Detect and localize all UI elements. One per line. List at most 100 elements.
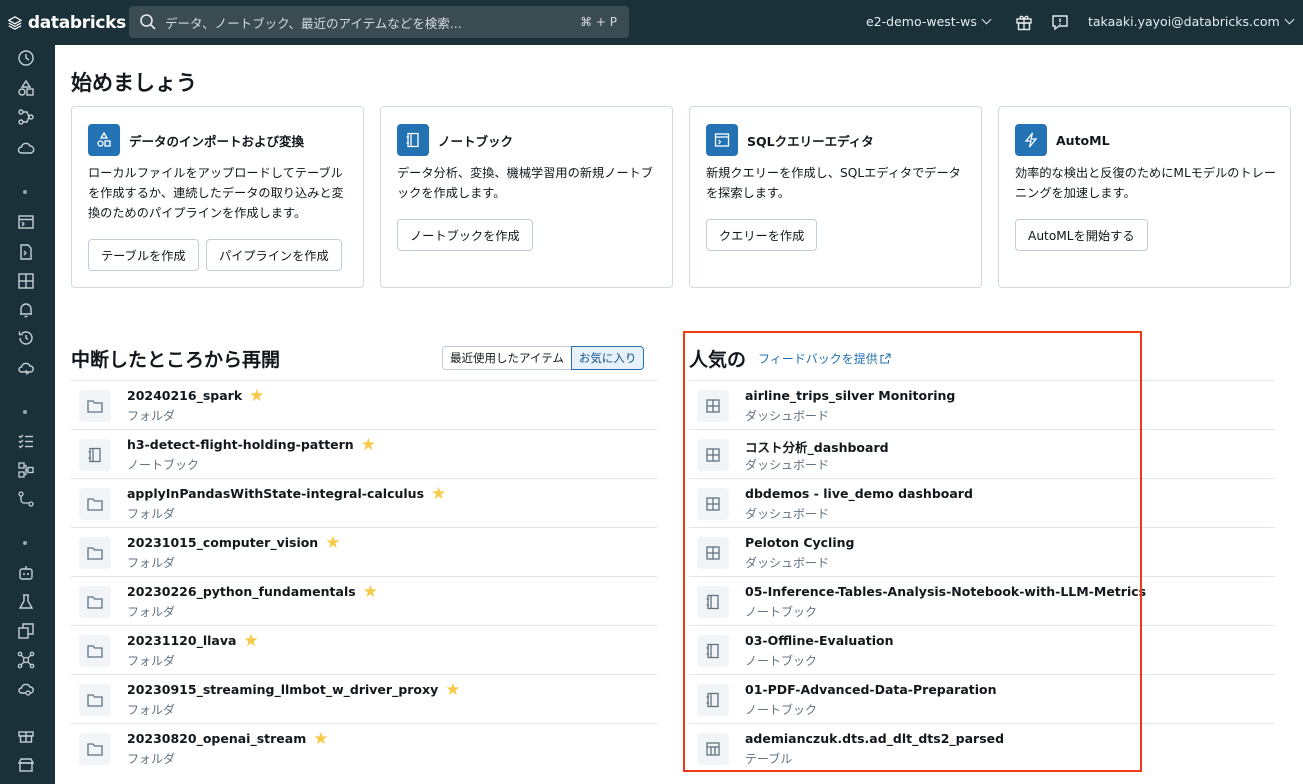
create-query-button[interactable]: クエリーを作成 (706, 219, 818, 251)
queries-icon[interactable] (17, 243, 35, 261)
list-item[interactable]: h3-detect-flight-holding-pattern ★ ノートブック (71, 429, 657, 478)
item-name[interactable]: 20240216_spark ★ (127, 387, 264, 404)
lightning-icon (1015, 124, 1047, 156)
dashboard-icon (697, 537, 729, 569)
partner-connect-icon[interactable] (17, 756, 35, 774)
user-email: takaaki.yayoi@databricks.com (1088, 14, 1280, 29)
item-name[interactable]: 20231120_llava ★ (127, 632, 259, 649)
folder-icon (79, 635, 111, 667)
item-name-label: 05-Inference-Tables-Analysis-Notebook-wi… (745, 584, 1147, 599)
databricks-logo[interactable]: databricks (8, 13, 126, 33)
list-item[interactable]: 20240216_spark ★ フォルダ (71, 380, 657, 429)
playground-robot-icon[interactable] (17, 564, 35, 582)
list-item[interactable]: 01-PDF-Advanced-Data-Preparation ノートブック (689, 674, 1275, 723)
tab-recent[interactable]: 最近使用したアイテム (442, 346, 571, 370)
dashboards-icon[interactable] (17, 272, 35, 290)
list-item[interactable]: 20231120_llava ★ フォルダ (71, 625, 657, 674)
recents-clock-icon[interactable] (17, 49, 35, 67)
tab-favorites[interactable]: お気に入り (570, 346, 645, 370)
data-ingestion-icon[interactable] (17, 490, 35, 508)
popular-section-title: 人気の (689, 349, 747, 371)
pipelines-icon[interactable] (17, 461, 35, 479)
notebook-icon (697, 684, 729, 716)
sidebar-divider (23, 410, 27, 414)
card-automl: AutoML 効率的な検出と反復のためにMLモデルのトレーニングを加速します。 … (998, 106, 1291, 288)
search-shortcut: ⌘ + P (580, 15, 617, 29)
item-name-label: コスト分析_dashboard (745, 440, 889, 455)
favorite-star-icon[interactable]: ★ (445, 681, 460, 698)
item-name-label: Peloton Cycling (745, 535, 855, 550)
list-item[interactable]: 05-Inference-Tables-Analysis-Notebook-wi… (689, 576, 1275, 625)
sql-warehouses-icon[interactable] (17, 359, 35, 377)
favorite-star-icon[interactable]: ★ (325, 534, 340, 551)
external-link-icon (880, 353, 891, 364)
list-item[interactable]: コスト分析_dashboard ダッシュボード (689, 429, 1275, 478)
create-pipeline-button[interactable]: パイプラインを作成 (206, 239, 342, 271)
search-icon (140, 14, 156, 30)
item-type: ノートブック (745, 654, 818, 668)
chevron-down-icon (981, 14, 992, 25)
item-type: フォルダ (127, 507, 176, 521)
item-name[interactable]: 05-Inference-Tables-Analysis-Notebook-wi… (745, 584, 1146, 599)
favorite-star-icon[interactable]: ★ (313, 730, 328, 747)
item-name[interactable]: Peloton Cycling (745, 535, 854, 550)
catalog-shapes-icon[interactable] (17, 79, 35, 97)
sidebar (0, 45, 55, 784)
card-title: SQLクエリーエディタ (747, 133, 874, 149)
experiments-flask-icon[interactable] (17, 593, 35, 611)
item-name[interactable]: h3-detect-flight-holding-pattern ★ (127, 436, 376, 453)
search-input[interactable]: データ、ノートブック、最近のアイテムなどを検索... (165, 13, 580, 32)
item-name[interactable]: コスト分析_dashboard (745, 437, 889, 456)
create-notebook-button[interactable]: ノートブックを作成 (397, 219, 533, 251)
favorite-star-icon[interactable]: ★ (431, 485, 446, 502)
create-table-button[interactable]: テーブルを作成 (88, 239, 199, 271)
item-name[interactable]: 20230820_openai_stream ★ (127, 730, 328, 747)
features-icon[interactable] (17, 622, 35, 640)
item-name[interactable]: ademianczuk.dts.ad_dlt_dts2_parsed (745, 731, 1004, 746)
sidebar-divider (23, 541, 27, 545)
gift-icon[interactable] (1015, 13, 1033, 31)
marketplace-gift-icon[interactable] (17, 726, 35, 744)
list-item[interactable]: 20230226_python_fundamentals ★ フォルダ (71, 576, 657, 625)
item-name[interactable]: dbdemos - live_demo dashboard (745, 486, 973, 501)
card-header: AutoML (1015, 124, 1110, 156)
list-item[interactable]: Peloton Cycling ダッシュボード (689, 527, 1275, 576)
start-automl-button[interactable]: AutoMLを開始する (1015, 219, 1148, 251)
list-item[interactable]: ademianczuk.dts.ad_dlt_dts2_parsed テーブル (689, 723, 1275, 772)
favorite-star-icon[interactable]: ★ (361, 436, 376, 453)
sql-editor-icon[interactable] (17, 213, 35, 231)
serving-icon[interactable] (17, 680, 35, 698)
list-item[interactable]: applyInPandasWithState-integral-calculus… (71, 478, 657, 527)
list-item[interactable]: 03-Offline-Evaluation ノートブック (689, 625, 1275, 674)
cloud-compute-icon[interactable] (17, 139, 35, 157)
help-chat-icon[interactable] (1051, 13, 1069, 31)
item-name[interactable]: 20231015_computer_vision ★ (127, 534, 340, 551)
item-name[interactable]: 01-PDF-Advanced-Data-Preparation (745, 682, 997, 697)
list-item[interactable]: 20231015_computer_vision ★ フォルダ (71, 527, 657, 576)
favorite-star-icon[interactable]: ★ (363, 583, 378, 600)
item-name[interactable]: 03-Offline-Evaluation (745, 633, 894, 648)
item-type: フォルダ (127, 654, 176, 668)
search-bar[interactable]: データ、ノートブック、最近のアイテムなどを検索... ⌘ + P (129, 6, 629, 38)
workspace-switcher[interactable]: e2-demo-west-ws (866, 14, 992, 29)
list-item[interactable]: 20230820_openai_stream ★ フォルダ (71, 723, 657, 772)
user-menu[interactable]: takaaki.yayoi@databricks.com (1088, 14, 1295, 29)
task-list-icon[interactable] (17, 432, 35, 450)
feedback-link[interactable]: フィードバックを提供 (758, 350, 891, 367)
card-notebook: ノートブック データ分析、変換、機械学習用の新規ノートブックを作成します。 ノー… (380, 106, 673, 288)
list-item[interactable]: 20230915_streaming_llmbot_w_driver_proxy… (71, 674, 657, 723)
list-item[interactable]: airline_trips_silver Monitoring ダッシュボード (689, 380, 1275, 429)
item-name[interactable]: 20230226_python_fundamentals ★ (127, 583, 378, 600)
item-type: フォルダ (127, 409, 176, 423)
item-name[interactable]: airline_trips_silver Monitoring (745, 388, 955, 403)
favorite-star-icon[interactable]: ★ (249, 387, 264, 404)
workflows-icon[interactable] (17, 108, 35, 126)
item-name[interactable]: applyInPandasWithState-integral-calculus… (127, 485, 446, 502)
list-item[interactable]: dbdemos - live_demo dashboard ダッシュボード (689, 478, 1275, 527)
card-header: データのインポートおよび変換 (88, 124, 304, 156)
item-name[interactable]: 20230915_streaming_llmbot_w_driver_proxy… (127, 681, 460, 698)
favorite-star-icon[interactable]: ★ (243, 632, 258, 649)
alerts-bell-icon[interactable] (17, 301, 35, 319)
query-history-icon[interactable] (17, 329, 35, 347)
models-icon[interactable] (17, 651, 35, 669)
